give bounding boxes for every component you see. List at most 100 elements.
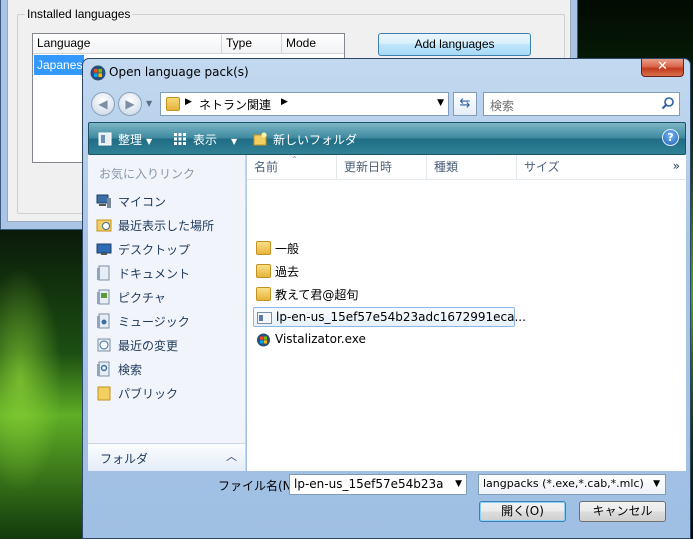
list-item-folder[interactable]: 一般 <box>253 238 343 258</box>
list-item-exe-file[interactable]: Vistalizator.exe <box>253 330 403 350</box>
nav-item-music[interactable]: ミュージック <box>96 311 241 331</box>
refresh-icon: ⇆ <box>459 96 471 111</box>
refresh-button[interactable]: ⇆ <box>453 92 477 116</box>
favorite-links-header: お気に入りリンク <box>99 167 196 181</box>
address-bar[interactable]: ▶ ネトラン関連 ▶ ▼ <box>160 92 449 116</box>
list-item-folder[interactable]: 過去 <box>253 261 343 281</box>
pictures-icon <box>97 289 110 305</box>
nav-item-label: パブリック <box>118 387 179 401</box>
view-menu[interactable]: 表示 ▼ <box>173 131 237 149</box>
nav-item-label: 最近表示した場所 <box>118 219 215 233</box>
nav-item-searches[interactable]: 検索 <box>96 359 241 379</box>
chevron-up-icon: ︿ <box>226 450 237 463</box>
back-button[interactable]: ◀ <box>91 92 115 116</box>
music-icon <box>97 313 110 329</box>
column-type[interactable]: 種類 <box>427 155 517 180</box>
more-columns-icon[interactable]: » <box>673 159 680 173</box>
nav-item-public[interactable]: パブリック <box>96 383 241 403</box>
file-type-select[interactable]: langpacks (*.exe,*.cab,*.mlc) ▼ <box>478 474 666 495</box>
breadcrumb-arrow-icon[interactable]: ▶ <box>281 97 288 107</box>
dialog-title: Open language pack(s) <box>109 65 249 79</box>
computer-icon <box>96 194 111 208</box>
chevron-down-icon: ▼ <box>653 479 660 489</box>
sort-ascending-icon: ⌃ <box>291 155 298 164</box>
nav-item-label: 検索 <box>118 363 143 377</box>
folder-icon <box>166 97 180 111</box>
nav-item-computer[interactable]: マイコン <box>96 191 241 211</box>
installed-languages-label: Installed languages <box>25 7 133 21</box>
breadcrumb-arrow-icon[interactable]: ▶ <box>185 97 192 107</box>
desktop-wallpaper-left <box>0 230 82 539</box>
nav-item-label: デスクトップ <box>118 243 191 257</box>
column-size[interactable]: サイズ <box>517 155 607 180</box>
file-name: 教えて君@超旬 <box>275 288 359 302</box>
forward-button[interactable]: ▶ <box>118 92 142 116</box>
column-name[interactable]: ⌃ 名前 <box>247 155 337 180</box>
searches-icon <box>97 361 110 377</box>
folder-icon <box>256 241 271 255</box>
chevron-down-icon[interactable]: ▼ <box>455 479 462 489</box>
list-item-folder[interactable]: 教えて君@超旬 <box>253 284 403 304</box>
organize-menu[interactable]: 整理 ▼ <box>98 131 152 149</box>
folder-icon <box>256 287 271 301</box>
file-icon <box>257 312 272 324</box>
file-name: 過去 <box>275 265 300 279</box>
nav-item-label: ピクチャ <box>118 291 166 305</box>
nav-item-label: ドキュメント <box>118 267 191 281</box>
column-mode[interactable]: Mode <box>282 34 344 54</box>
recently-changed-icon <box>97 338 111 352</box>
add-languages-button[interactable]: Add languages <box>378 33 531 56</box>
column-name-label: 名前 <box>254 160 279 174</box>
column-type[interactable]: Type <box>222 34 282 54</box>
chevron-down-icon: ▼ <box>146 137 153 146</box>
file-name-field[interactable]: lp-en-us_15ef57e54b23adc167 ▼ <box>289 474 467 495</box>
nav-item-recent-places[interactable]: 最近表示した場所 <box>96 215 241 235</box>
column-language[interactable]: Language <box>33 34 222 54</box>
organize-label: 整理 <box>118 133 143 147</box>
desktop-icon <box>96 243 112 255</box>
application-icon <box>257 333 270 347</box>
breadcrumb-current-folder[interactable]: ネトラン関連 <box>199 96 271 113</box>
search-input[interactable]: 検索 <box>483 92 680 116</box>
open-language-pack-dialog: Open language pack(s) ✕ ◀ ▶ ▼ ▶ ネトラン関連 ▶… <box>82 58 691 539</box>
windows-logo-icon <box>90 65 106 81</box>
new-folder-button[interactable]: 新しいフォルダ <box>253 131 357 149</box>
file-list[interactable]: ⌃ 名前 更新日時 種類 サイズ » 一般 過去 教えて君@超旬 lp-en-us… <box>247 155 686 471</box>
dialog-footer: ファイル名(N): lp-en-us_15ef57e54b23adc167 ▼ … <box>88 471 686 538</box>
list-header: Language Type Mode <box>33 34 344 54</box>
back-arrow-icon: ◀ <box>98 97 108 111</box>
navigation-pane: お気に入りリンク マイコン 最近表示した場所 デスクトップ ドキュメント ピクチ… <box>88 155 246 471</box>
nav-item-desktop[interactable]: デスクトップ <box>96 239 241 259</box>
folder-icon <box>256 264 271 278</box>
nav-item-recently-changed[interactable]: 最近の変更 <box>96 335 241 355</box>
folders-toggle[interactable]: フォルダ ︿ <box>88 443 246 471</box>
nav-item-pictures[interactable]: ピクチャ <box>96 287 241 307</box>
new-folder-icon <box>253 132 267 146</box>
column-date-modified[interactable]: 更新日時 <box>337 155 427 180</box>
help-icon[interactable]: ? <box>662 129 679 146</box>
list-item-langpack-file[interactable]: lp-en-us_15ef57e54b23adc1672991eca... <box>253 307 526 327</box>
new-folder-label: 新しいフォルダ <box>273 133 358 147</box>
file-name: lp-en-us_15ef57e54b23adc1672991eca... <box>276 310 526 324</box>
file-name-value[interactable]: lp-en-us_15ef57e54b23adc167 <box>294 477 444 491</box>
command-toolbar: 整理 ▼ 表示 ▼ 新しいフォルダ ? <box>88 122 686 155</box>
view-label: 表示 <box>193 133 218 147</box>
file-name: Vistalizator.exe <box>275 332 366 346</box>
folders-label: フォルダ <box>100 452 149 466</box>
documents-icon <box>97 265 110 281</box>
close-button[interactable]: ✕ <box>641 59 684 77</box>
public-folder-icon <box>97 386 111 401</box>
search-icon[interactable] <box>661 96 675 110</box>
nav-item-label: 最近の変更 <box>118 339 179 353</box>
nav-item-label: マイコン <box>118 195 167 209</box>
recent-places-icon <box>96 219 112 232</box>
address-dropdown-icon[interactable]: ▼ <box>437 98 444 108</box>
list-item-japanese[interactable]: Japanese <box>34 55 84 75</box>
file-name: 一般 <box>275 242 300 256</box>
cancel-button[interactable]: キャンセル <box>579 501 666 522</box>
forward-arrow-icon: ▶ <box>125 97 135 111</box>
title-bar[interactable]: Open language pack(s) ✕ <box>83 59 690 87</box>
recent-pages-dropdown-icon[interactable]: ▼ <box>146 99 152 108</box>
open-button[interactable]: 開く(O) <box>479 501 566 522</box>
nav-item-documents[interactable]: ドキュメント <box>96 263 241 283</box>
